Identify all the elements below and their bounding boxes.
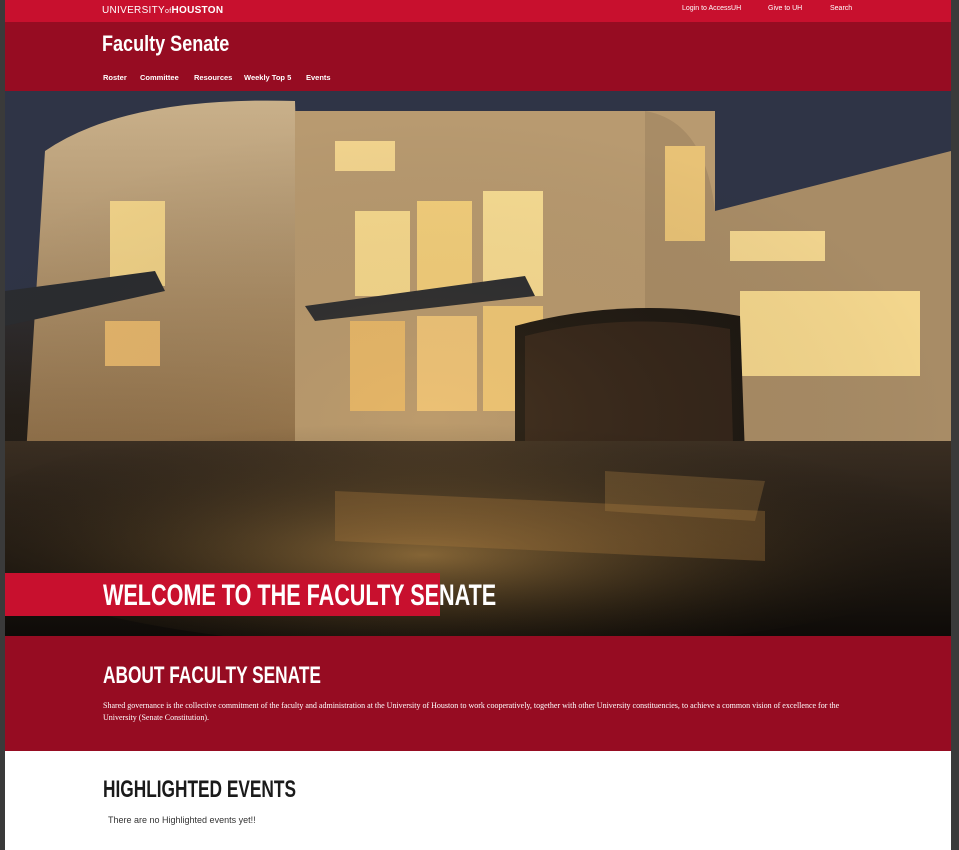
site-title[interactable]: Faculty Senate bbox=[102, 31, 229, 57]
university-of-houston-logo[interactable]: UNIVERSITYofHOUSTON bbox=[102, 5, 223, 16]
welcome-banner: WELCOME TO THE FACULTY SENATE bbox=[5, 573, 496, 616]
utility-bar: UNIVERSITYofHOUSTON Login to AccessUH Gi… bbox=[5, 0, 951, 22]
logo-university-text: UNIVERSITY bbox=[102, 5, 166, 16]
highlighted-events-empty-message: There are no Highlighted events yet!! bbox=[108, 815, 256, 825]
library-building-photo bbox=[5, 91, 951, 636]
nav-item-committee[interactable]: Committee bbox=[140, 73, 179, 82]
page: UNIVERSITYofHOUSTON Login to AccessUH Gi… bbox=[5, 0, 951, 850]
nav-item-weekly-top-5[interactable]: Weekly Top 5 bbox=[244, 73, 291, 82]
give-to-uh-link[interactable]: Give to UH bbox=[768, 5, 802, 12]
welcome-heading: WELCOME TO THE FACULTY SENATE bbox=[103, 579, 497, 612]
about-title: ABOUT FACULTY SENATE bbox=[103, 662, 321, 689]
hero-banner: WELCOME TO THE FACULTY SENATE bbox=[5, 91, 951, 636]
nav-item-roster[interactable]: Roster bbox=[103, 73, 127, 82]
login-accessuh-link[interactable]: Login to AccessUH bbox=[682, 5, 741, 12]
logo-houston-text: HOUSTON bbox=[171, 5, 224, 16]
about-section: ABOUT FACULTY SENATE Shared governance i… bbox=[5, 636, 951, 751]
site-header: Faculty Senate Roster Committee Resource… bbox=[5, 22, 951, 91]
highlighted-events-title: HIGHLIGHTED EVENTS bbox=[103, 776, 296, 803]
about-description: Shared governance is the collective comm… bbox=[103, 701, 840, 722]
nav-item-resources[interactable]: Resources bbox=[194, 73, 232, 82]
nav-item-events[interactable]: Events bbox=[306, 73, 331, 82]
search-link[interactable]: Search bbox=[830, 5, 852, 12]
